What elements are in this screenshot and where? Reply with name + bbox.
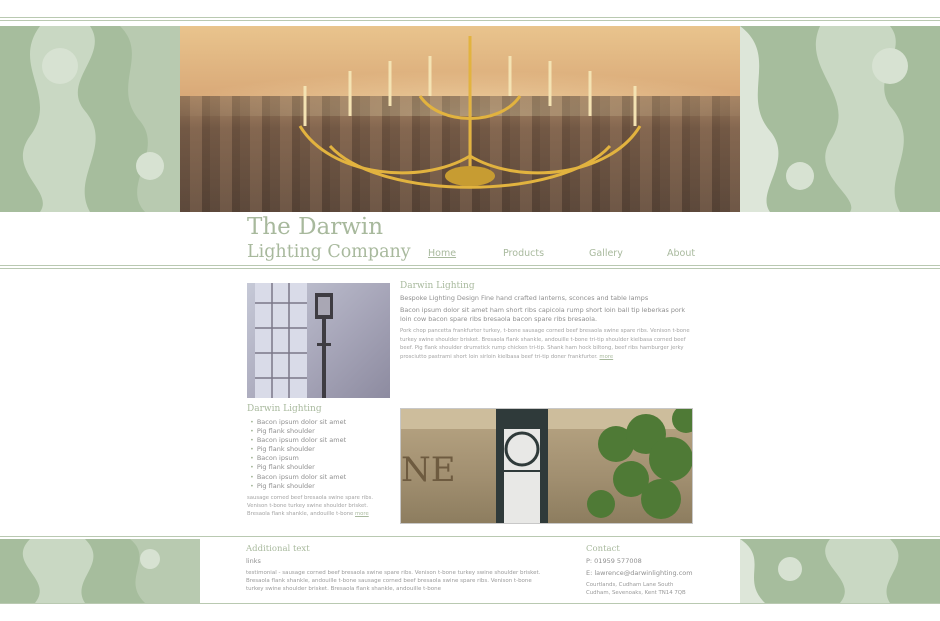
article-title: Darwin Lighting (400, 281, 475, 291)
footer-links[interactable]: links (246, 557, 261, 565)
nav-home[interactable]: Home (428, 248, 456, 259)
list-item: Bacon ipsum dolor sit amet (250, 436, 346, 445)
footer-divider (0, 603, 940, 604)
wall-sign-text: NE (401, 450, 456, 490)
features-title: Darwin Lighting (247, 404, 322, 414)
contact-email[interactable]: E: lawrence@darwinlighting.com (586, 569, 693, 577)
header-divider (0, 265, 940, 266)
chandelier-photo (180, 26, 760, 212)
lantern-window-photo (247, 283, 390, 398)
top-divider (0, 17, 940, 18)
wall-lantern-icon: NE (401, 409, 692, 523)
list-item: Pig flank shoulder (250, 463, 346, 472)
chandelier-icon (298, 36, 642, 189)
contact-phone: P: 01959 577008 (586, 557, 642, 565)
list-item: Pig flank shoulder (250, 445, 346, 454)
features-list: Bacon ipsum dolor sit amet Pig flank sho… (250, 418, 346, 491)
footer-testimonial: testimonial - sausage corned beef bresao… (246, 570, 541, 593)
article-detail: Pork chop pancetta frankfurter turkey, t… (400, 327, 695, 361)
list-item: Bacon ipsum dolor sit amet (250, 473, 346, 482)
nav-about[interactable]: About (667, 248, 695, 259)
list-item: Bacon ipsum dolor sit amet (250, 418, 346, 427)
address-line: Courtlands, Cudham Lane South (586, 582, 674, 588)
brand-title: The Darwin (247, 214, 384, 240)
damask-ornament-right (740, 26, 940, 212)
article-lead: Bespoke Lighting Design Fine hand crafte… (400, 294, 649, 302)
article-detail-text: Pork chop pancetta frankfurter turkey, t… (400, 328, 690, 360)
hero-banner (0, 26, 940, 212)
nav-products[interactable]: Products (503, 248, 544, 259)
list-item: Pig flank shoulder (250, 427, 346, 436)
contact-title: Contact (586, 544, 620, 554)
header-divider (0, 268, 940, 269)
nav-gallery[interactable]: Gallery (589, 248, 623, 259)
damask-ornament-left (0, 26, 200, 212)
features-description: sausage corned beef bresaola swine spare… (247, 494, 392, 519)
footer-title: Additional text (246, 544, 310, 554)
list-item: Pig flank shoulder (250, 482, 346, 491)
address-line: Cudham, Sevenoaks, Kent TN14 7QB (586, 590, 686, 596)
article-body: Bacon ipsum dolor sit amet ham short rib… (400, 306, 686, 323)
article-more-link[interactable]: more (599, 354, 613, 360)
damask-ornament-footer-right (740, 539, 940, 603)
lantern-icon (255, 283, 333, 398)
features-more-link[interactable]: more (355, 511, 369, 517)
list-item: Bacon ipsum (250, 454, 346, 463)
footer-divider (0, 536, 940, 537)
wall-lantern-photo: NE (400, 408, 693, 524)
top-divider (0, 20, 940, 21)
contact-address: Courtlands, Cudham Lane South Cudham, Se… (586, 581, 726, 597)
brand-subtitle: Lighting Company (247, 242, 411, 262)
damask-ornament-footer-left (0, 539, 200, 603)
